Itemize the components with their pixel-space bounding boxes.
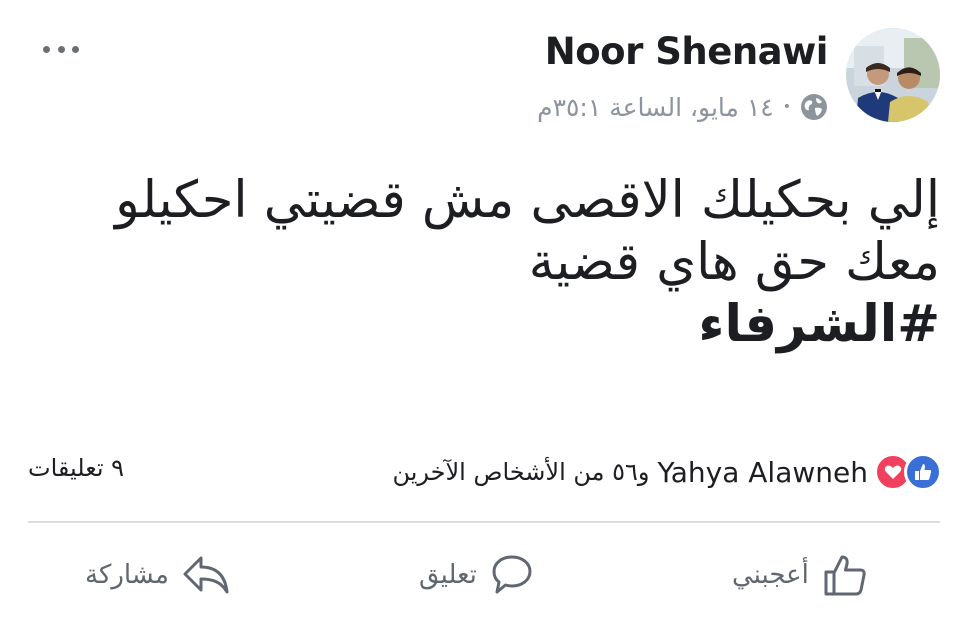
facebook-post: Noor Shenawi ١٤ مايو، الساعة ٣٥:١م • إلي… [0,0,960,623]
globe-icon [801,94,827,120]
reactions-summary[interactable]: Yahya Alawneh و٥٦ من الأشخاص الآخرين [392,452,942,492]
like-reaction-icon [904,453,942,491]
reactor-others: و٥٦ من الأشخاص الآخرين [392,458,650,486]
comments-count[interactable]: ٩ تعليقات [28,454,124,482]
divider [28,521,940,523]
post-text-line: إلي بحكيلك الاقصى مش قضيتي احكيلو [115,171,940,230]
thumbs-up-icon [824,555,866,596]
like-label: أعجبني [732,560,809,590]
post-author-name[interactable]: Noor Shenawi [545,30,829,73]
meta-separator: • [782,99,791,115]
avatar-photo [846,28,940,122]
share-button[interactable]: مشاركة [85,545,231,605]
post-text-line: معك حق هاي قضية [528,233,940,292]
comment-label: تعليق [419,560,477,590]
share-label: مشاركة [85,560,169,590]
avatar[interactable] [846,28,940,122]
post-timestamp[interactable]: ١٤ مايو، الساعة ٣٥:١م [537,93,774,122]
comment-button[interactable]: تعليق [419,545,535,605]
share-icon [183,556,229,594]
hashtag-link[interactable]: #الشرفاء [20,294,940,356]
like-button[interactable]: أعجبني [732,545,869,605]
comment-icon [492,555,532,594]
reaction-icons [874,453,942,491]
post-meta: ١٤ مايو، الساعة ٣٥:١م • [537,90,828,124]
post-text: إلي بحكيلك الاقصى مش قضيتي احكيلو معك حق… [20,170,940,356]
more-options-icon[interactable] [38,36,84,62]
reactor-name: Yahya Alawneh [657,455,869,489]
